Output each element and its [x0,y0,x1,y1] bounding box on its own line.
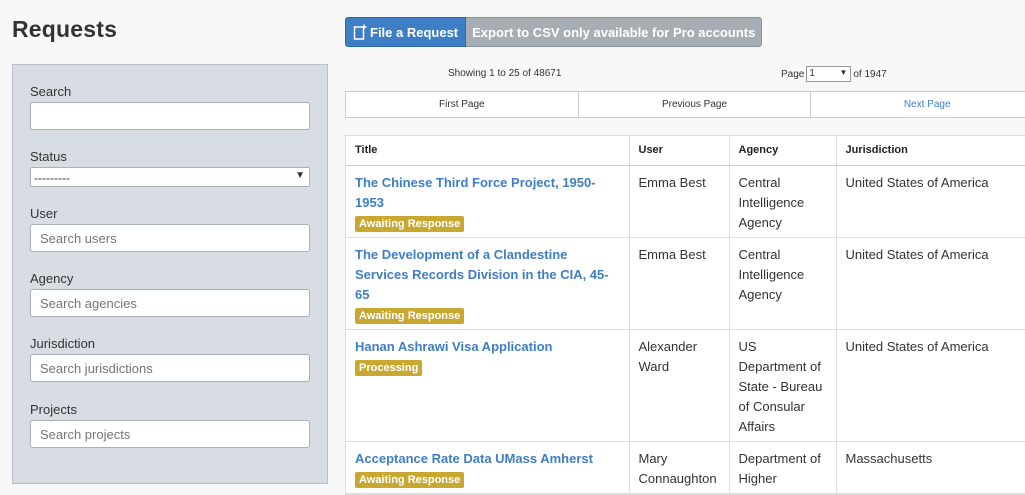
filter-sidebar: Search Status --------- ▼ User Agency Ju… [12,64,328,484]
status-badge: Awaiting Response [355,215,465,232]
request-jurisdiction: United States of America [836,237,1025,330]
jurisdiction-label: Jurisdiction [30,336,96,351]
next-page-button[interactable]: Next Page [811,92,1025,117]
file-request-label: File a Request [370,24,459,40]
page-label: Page [781,68,805,80]
user-label: User [30,206,58,221]
request-title-link[interactable]: The Chinese Third Force Project, 1950-19… [355,173,620,213]
page-selector: Page 1 ▼ of 1947 [781,66,887,82]
requests-table: Title User Agency Jurisdiction The Chine… [345,135,1025,495]
request-title-cell: Hanan Ashrawi Visa Application Processin… [346,329,630,442]
table-row: The Development of a Clandestine Service… [346,237,1025,330]
new-document-icon [353,24,367,40]
table-row: Hanan Ashrawi Visa Application Processin… [346,329,1025,442]
request-title-link[interactable]: Acceptance Rate Data UMass Amherst [355,449,620,469]
request-user: Emma Best [629,165,730,238]
request-jurisdiction: United States of America [836,329,1025,442]
search-label: Search [30,84,72,99]
request-user: Alexander Ward [629,329,730,442]
request-jurisdiction: Massachusetts [836,441,1025,494]
request-agency: Department of Higher [729,441,837,494]
request-agency: Central Intelligence Agency [729,237,837,330]
user-search-input[interactable] [30,224,310,252]
column-header-agency[interactable]: Agency [729,136,837,166]
dropdown-arrow-icon: ▼ [839,68,848,77]
first-page-button[interactable]: First Page [346,92,579,117]
search-input[interactable] [30,102,310,130]
request-title-cell: The Development of a Clandestine Service… [346,237,630,330]
request-title-link[interactable]: Hanan Ashrawi Visa Application [355,337,620,357]
page-title: Requests [12,16,118,42]
status-label: Status [30,149,67,164]
file-request-button[interactable]: File a Request [345,17,467,47]
column-header-user[interactable]: User [629,136,730,166]
status-badge: Awaiting Response [355,307,465,324]
request-title-cell: Acceptance Rate Data UMass Amherst Await… [346,441,630,494]
request-user: Mary Connaughton [629,441,730,494]
table-header-row: Title User Agency Jurisdiction [346,136,1025,166]
projects-label: Projects [30,402,77,417]
status-badge: Processing [355,359,423,376]
results-count: Showing 1 to 25 of 48671 [448,68,562,79]
request-agency: US Department of State - Bureau of Consu… [729,329,837,442]
request-title-link[interactable]: The Development of a Clandestine Service… [355,245,620,305]
agency-search-input[interactable] [30,289,310,317]
agency-label: Agency [30,271,74,286]
export-csv-button[interactable]: Export to CSV only available for Pro acc… [466,17,763,47]
toolbar: File a Request Export to CSV only availa… [345,17,763,47]
page-number-value: 1 [809,68,815,79]
status-select[interactable]: --------- ▼ [30,167,310,187]
previous-page-button[interactable]: Previous Page [579,92,812,117]
jurisdiction-search-input[interactable] [30,354,310,382]
page-number-select[interactable]: 1 ▼ [806,66,852,82]
projects-search-input[interactable] [30,420,310,448]
request-jurisdiction: United States of America [836,165,1025,238]
status-selected-value: --------- [34,171,70,185]
column-header-jurisdiction[interactable]: Jurisdiction [836,136,1025,166]
request-user: Emma Best [629,237,730,330]
request-agency: Central Intelligence Agency [729,165,837,238]
table-row: The Chinese Third Force Project, 1950-19… [346,165,1025,238]
dropdown-arrow-icon: ▼ [295,170,305,181]
page-total: of 1947 [853,68,887,80]
table-row: Acceptance Rate Data UMass Amherst Await… [346,441,1025,494]
pagination-nav: First Page Previous Page Next Page [345,91,1025,118]
request-title-cell: The Chinese Third Force Project, 1950-19… [346,165,630,238]
column-header-title[interactable]: Title [346,136,630,166]
status-badge: Awaiting Response [355,471,465,488]
